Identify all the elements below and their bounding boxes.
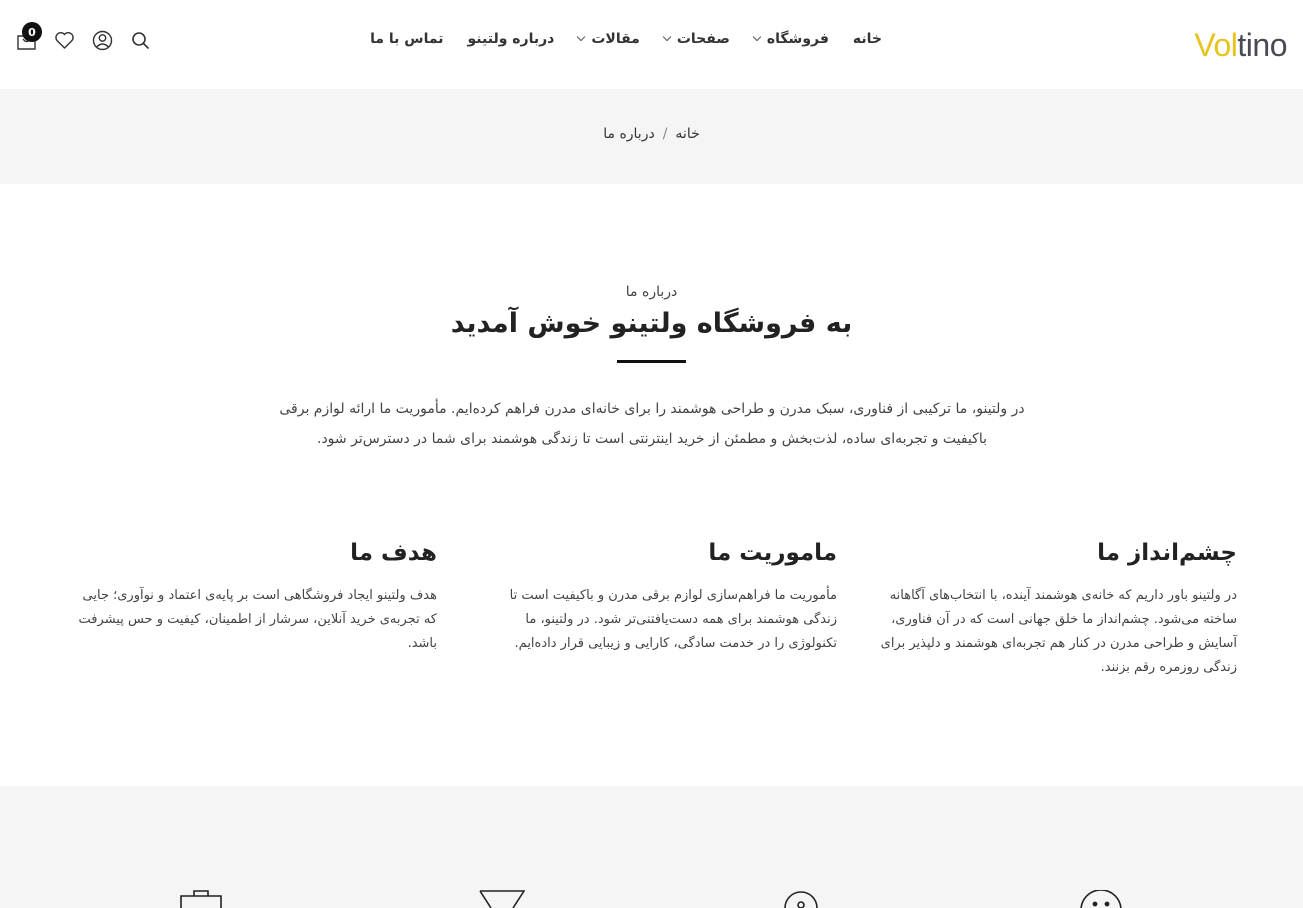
search-icon[interactable] [130,30,151,51]
nav-item-shop[interactable]: فروشگاه [742,31,841,47]
features-band [0,786,1303,908]
vision-text: در ولتینو باور داریم که خانه‌ی هوشمند آی… [880,588,1237,675]
nav-item-contact[interactable]: تماس با ما [358,31,455,47]
chevron-down-icon [662,32,672,42]
intro-line-2: باکیفیت و تجربه‌ای ساده، لذت‌بخش و مطمئن… [317,431,987,447]
goal-text: هدف ولتینو ایجاد فروشگاهی است بر پایه‌ی … [78,588,437,651]
logo-part-1: Vol [1194,27,1238,63]
nav-label: تماس با ما [370,31,444,47]
mission-text: مأموریت ما فراهم‌سازی لوازم برقی مدرن و … [509,588,837,651]
nav-item-articles[interactable]: مقالات [566,31,652,47]
smiley-icon [1080,890,1122,908]
heart-icon[interactable] [54,30,75,51]
header-icons: 0 [16,22,151,51]
goal-column: هدف ما هدف ولتینو ایجاد فروشگاهی است بر … [77,540,437,656]
breadcrumb-band: خانه / درباره ما [0,89,1303,184]
nav-item-about[interactable]: درباره ولتینو [456,31,567,47]
goal-title: هدف ما [350,540,437,566]
nav-label: فروشگاه [766,31,829,47]
intro-text: در ولتینو، ما ترکیبی از فناوری، سبک مدرن… [262,394,1042,454]
breadcrumb-separator: / [662,126,668,142]
location-pin-icon [784,891,818,908]
title-divider [617,360,686,363]
nav-label: درباره ولتینو [467,31,555,47]
intro-line-1: در ولتینو، ما ترکیبی از فناوری، سبک مدرن… [279,401,1025,417]
section-kicker: درباره ما [625,284,678,300]
main-nav: خانه فروشگاه صفحات مقالات درباره ولتینو … [358,31,882,47]
nav-label: خانه [852,31,882,47]
briefcase-icon [180,890,222,908]
logo[interactable]: Voltino [1194,27,1287,64]
page-title: به فروشگاه ولتینو خوش آمدید [450,308,853,339]
vision-title: چشم‌انداز ما [1097,540,1237,566]
nav-item-pages[interactable]: صفحات [652,31,742,47]
mission-column: ماموریت ما مأموریت ما فراهم‌سازی لوازم ب… [477,540,837,656]
chevron-down-icon [577,32,586,42]
breadcrumb-home[interactable]: خانه [675,126,699,142]
site-header: Voltino خانه فروشگاه صفحات مقالات درباره… [0,0,1303,89]
funnel-icon [479,890,525,908]
logo-part-2: tino [1237,27,1287,63]
nav-label: صفحات [676,31,730,47]
cart-count-badge: 0 [22,22,42,42]
breadcrumb: خانه / درباره ما [0,126,1303,142]
nav-item-home[interactable]: خانه [841,31,882,47]
cart-icon[interactable]: 0 [16,22,42,51]
mission-title: ماموریت ما [708,540,837,566]
breadcrumb-current: درباره ما [603,126,655,142]
chevron-down-icon [752,32,762,42]
nav-label: مقالات [591,31,640,47]
user-icon[interactable] [92,30,113,51]
vision-column: چشم‌انداز ما در ولتینو باور داریم که خان… [877,540,1237,680]
